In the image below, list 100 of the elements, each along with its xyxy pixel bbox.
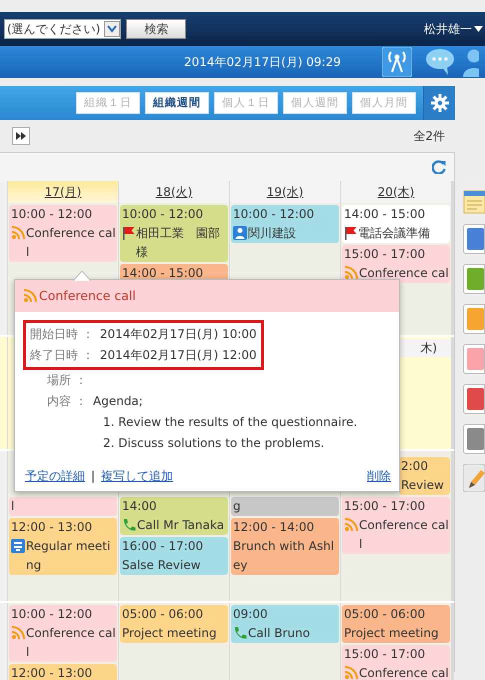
flag-icon: [344, 226, 357, 240]
event-block[interactable]: 2:00 Review: [399, 457, 450, 495]
event-title: Conference cal l: [26, 625, 116, 661]
event-time: 09:00: [233, 606, 269, 623]
pencil-icon[interactable]: [463, 464, 485, 492]
current-datetime: 2014年02月17日(月) 09:29: [184, 54, 342, 71]
event-title: Call Mr Tanaka: [137, 517, 224, 534]
select-field[interactable]: (選んでください): [4, 19, 122, 39]
event-time: 2:00: [401, 458, 429, 475]
event-block[interactable]: 09:00 Call Bruno: [231, 605, 339, 643]
event-title: l: [11, 498, 14, 515]
event-time: 14:00 - 15:00: [344, 206, 426, 223]
next-page-button[interactable]: [12, 127, 30, 145]
day-header[interactable]: 17(月): [8, 181, 118, 203]
rss-icon: [344, 518, 358, 532]
event-time: 15:00 - 17:00: [344, 246, 426, 263]
event-block[interactable]: 15:00 - 17:00 Conference cal: [342, 645, 450, 680]
field-value: 2014年02月17日(月) 12:00: [100, 347, 257, 364]
result-count: 全2件: [413, 128, 445, 145]
link-separator: |: [91, 468, 96, 485]
field-label: 終了日時 ：: [30, 347, 94, 364]
phone-icon: [233, 626, 247, 640]
event-time: 12:00 - 14:00: [233, 519, 316, 536]
event-block[interactable]: 10:00 - 12:00 相田工業 園部 様: [120, 205, 228, 262]
user-icon[interactable]: [462, 47, 479, 77]
color-tab[interactable]: [463, 424, 485, 454]
event-title: Project meeting: [344, 625, 439, 642]
event-time: 10:00 - 12:00: [11, 206, 94, 223]
field-label: 場所 ：: [46, 372, 87, 389]
rss-icon: [344, 266, 358, 280]
event-title: Regular meeti ng: [26, 538, 110, 574]
event-block[interactable]: 12:00 - 13:00: [9, 664, 117, 680]
event-time: 16:00 - 17:00: [122, 538, 204, 555]
field-value: 2014年02月17日(月) 10:00: [100, 326, 257, 343]
search-button[interactable]: 検索: [126, 19, 186, 39]
event-title: Conference cal l: [359, 517, 449, 553]
rss-icon: [11, 226, 25, 240]
rss-icon: [344, 666, 358, 680]
calendar-icon: [11, 539, 25, 553]
event-block[interactable]: 15:00 - 17:00 Conference cal: [342, 245, 450, 283]
popup-link[interactable]: 複写して追加: [101, 467, 174, 485]
event-time: 12:00 - 13:00: [11, 519, 94, 536]
phone-icon: [122, 518, 136, 532]
event-block[interactable]: 05:00 - 06:00 Project meeting: [342, 605, 450, 643]
view-tab[interactable]: 組織週間: [145, 92, 209, 114]
delete-link[interactable]: 削除: [367, 467, 391, 485]
rss-icon: [11, 626, 25, 640]
event-title: Conference cal: [359, 665, 449, 680]
field-label: 開始日時 ：: [30, 326, 94, 343]
event-block[interactable]: 14:00 Call Mr Tanaka: [120, 497, 228, 535]
popup-link[interactable]: 予定の詳細: [25, 467, 85, 485]
settings-icon[interactable]: [430, 94, 448, 112]
caret-icon[interactable]: [474, 26, 483, 32]
user-menu[interactable]: 松井雄一: [424, 20, 472, 38]
event-block[interactable]: 05:00 - 06:00 Project meeting: [120, 605, 228, 643]
day-header[interactable]: 20(木): [341, 181, 451, 203]
event-time: 14:00: [122, 498, 158, 515]
event-title: g: [233, 498, 241, 515]
color-tab[interactable]: [463, 344, 485, 374]
event-block[interactable]: g: [231, 497, 339, 516]
event-block[interactable]: 14:00 - 15:00 電話会議準備: [342, 205, 450, 243]
event-time: 10:00 - 12:00: [233, 206, 316, 223]
event-time: 05:00 - 06:00: [122, 606, 204, 623]
event-block[interactable]: 10:00 - 12:00 Conference cal l: [9, 605, 117, 662]
chat-bubble-icon[interactable]: [424, 47, 456, 77]
field-value: 2. Discuss solutions to the problems.: [102, 435, 326, 452]
color-tab[interactable]: [463, 304, 485, 334]
note-icon[interactable]: [463, 188, 485, 214]
color-tab[interactable]: [463, 224, 485, 254]
event-time: 15:00 - 17:00: [344, 646, 426, 663]
event-title: Brunch with Ashl ey: [233, 538, 334, 574]
event-block[interactable]: 10:00 - 12:00 Conference cal l: [9, 205, 117, 262]
event-block[interactable]: 15:00 - 17:00 Conference cal l: [342, 497, 450, 554]
event-title: Review: [401, 477, 444, 494]
event-block[interactable]: 12:00 - 14:00 Brunch with Ashl ey: [231, 518, 339, 575]
event-time: 10:00 - 12:00: [11, 606, 94, 623]
event-block[interactable]: 16:00 - 17:00 Salse Review: [120, 537, 228, 575]
event-title: Project meeting: [122, 625, 217, 642]
field-value: 1. Review the results of the questionnaire.: [102, 414, 358, 431]
event-title: Conference cal: [359, 265, 449, 282]
color-tab[interactable]: [463, 384, 485, 414]
event-time: 12:00 - 13:00: [11, 665, 94, 680]
rss-icon: [23, 289, 37, 303]
popup-title: Conference call: [39, 286, 136, 305]
event-block[interactable]: 10:00 - 12:00 関川建設: [231, 205, 339, 243]
person-icon: [233, 226, 247, 240]
event-block[interactable]: l: [9, 497, 117, 516]
day-header[interactable]: 19(水): [230, 181, 340, 203]
day-header[interactable]: 18(火): [119, 181, 229, 203]
event-time: 05:00 - 06:00: [344, 606, 426, 623]
event-block[interactable]: 12:00 - 13:00 Regular meeti ng: [9, 518, 117, 575]
event-title: 電話会議準備: [358, 225, 430, 242]
refresh-icon[interactable]: [432, 160, 446, 174]
event-title: 関川建設: [248, 225, 296, 242]
antenna-icon[interactable]: [382, 47, 412, 77]
fast-forward-icon: [16, 132, 26, 140]
color-tab[interactable]: [463, 264, 485, 294]
event-time: 10:00 - 12:00: [122, 206, 204, 223]
event-time: 14:00 - 15:00: [122, 265, 204, 282]
field-value: Agenda;: [93, 393, 144, 410]
